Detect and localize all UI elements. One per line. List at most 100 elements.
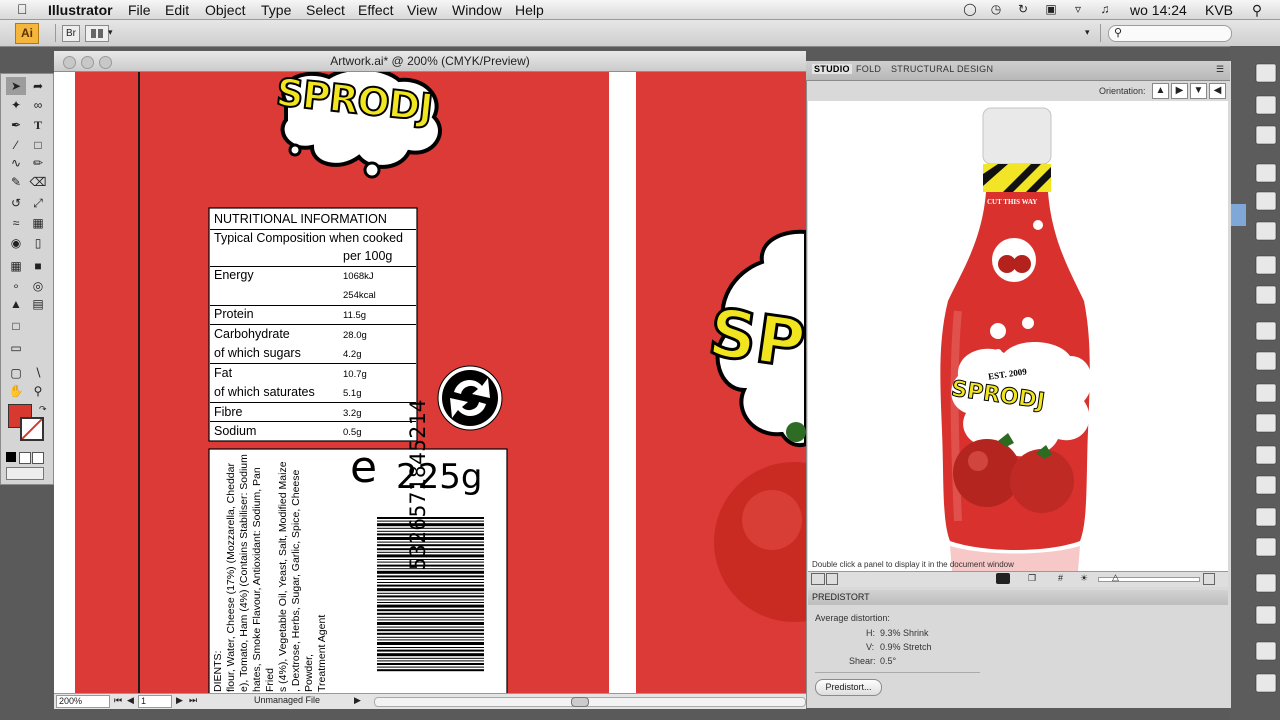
live-paint-bucket-icon[interactable]: ▲ bbox=[6, 295, 26, 313]
divider bbox=[210, 266, 416, 267]
artboard-number-field[interactable]: 1 bbox=[138, 695, 172, 708]
menubar-user[interactable]: KVB bbox=[1205, 2, 1233, 18]
zoom-window-button[interactable] bbox=[99, 56, 112, 69]
menu-file[interactable]: File bbox=[128, 2, 151, 18]
artboard-tool-icon[interactable]: □ bbox=[6, 317, 26, 335]
3d-preview[interactable]: CUT THIS WAY EST. 2009 SPRODJ bbox=[808, 101, 1228, 571]
go-to-bridge-icon[interactable]: Br bbox=[62, 25, 80, 42]
selection-tool-icon[interactable]: ➤ bbox=[6, 77, 26, 95]
zoom-tool-icon[interactable]: ⚲ bbox=[28, 382, 48, 400]
nutrition-label: of which sugars bbox=[214, 346, 301, 360]
eyedropper-tool-icon[interactable]: ∘ bbox=[6, 277, 26, 295]
tab-structural-design[interactable]: STRUCTURAL DESIGN bbox=[891, 64, 993, 74]
slider-thumb-icon[interactable]: △ bbox=[1112, 572, 1119, 583]
tab-studio[interactable]: STUDIO bbox=[812, 64, 852, 74]
warp-tool-icon[interactable]: ≈ bbox=[6, 214, 26, 232]
stroke-swatch[interactable] bbox=[20, 417, 44, 441]
minimize-window-button[interactable] bbox=[81, 56, 94, 69]
status-text[interactable]: Unmanaged File bbox=[254, 695, 320, 705]
panel-menu-icon[interactable]: ☰ bbox=[1216, 64, 1224, 75]
menu-effect[interactable]: Effect bbox=[358, 2, 394, 18]
live-paint-selection-icon[interactable]: ▤ bbox=[28, 295, 48, 313]
hand-tool-icon[interactable]: ✋ bbox=[6, 382, 26, 400]
tab-fold[interactable]: FOLD bbox=[856, 64, 881, 74]
h-label: H: bbox=[866, 628, 875, 638]
wifi-icon[interactable]: ▿ bbox=[1070, 2, 1086, 16]
pen-tool-icon[interactable]: ✒ bbox=[6, 116, 26, 134]
spotlight-search-icon[interactable]: ⚲ bbox=[1249, 2, 1265, 18]
divider bbox=[1100, 24, 1101, 42]
menu-type[interactable]: Type bbox=[261, 2, 291, 18]
time-machine-icon[interactable]: ◷ bbox=[988, 2, 1004, 16]
predistort-button[interactable]: Predistort... bbox=[815, 679, 882, 696]
orientation-top-icon[interactable]: ▼ bbox=[1190, 83, 1207, 99]
perspective-grid-icon[interactable]: ▢ bbox=[6, 364, 26, 382]
ingredients-line: flour, Water, Cheese (17%) (Mozzarella, … bbox=[225, 463, 237, 692]
symbol-sprayer-tool-icon[interactable]: ◉ bbox=[6, 234, 26, 252]
chevron-down-icon[interactable]: ▾ bbox=[108, 27, 113, 38]
menu-object[interactable]: Object bbox=[205, 2, 245, 18]
direct-selection-tool-icon[interactable]: ➦ bbox=[28, 77, 48, 95]
menu-window[interactable]: Window bbox=[452, 2, 502, 18]
menu-edit[interactable]: Edit bbox=[165, 2, 189, 18]
apple-icon[interactable]:  bbox=[17, 1, 28, 17]
paintbrush-tool-icon[interactable]: ∿ bbox=[6, 154, 26, 172]
drawing-mode-icon[interactable] bbox=[6, 467, 44, 480]
search-input[interactable]: ⚲ bbox=[1108, 25, 1232, 42]
lasso-tool-icon[interactable]: ∞ bbox=[28, 96, 48, 114]
menubar-clock[interactable]: wo 14:24 bbox=[1130, 2, 1187, 18]
status-menu-arrow-icon[interactable]: ▶ bbox=[354, 695, 361, 706]
next-artboard-icon[interactable]: ▶ bbox=[176, 695, 183, 706]
pencil-tool-icon[interactable]: ✏ bbox=[28, 154, 48, 172]
knife-tool-icon[interactable]: ∖ bbox=[28, 364, 48, 382]
color-mode-icon[interactable] bbox=[6, 452, 16, 462]
menu-view[interactable]: View bbox=[407, 2, 437, 18]
menu-help[interactable]: Help bbox=[515, 2, 544, 18]
horizontal-scrollbar[interactable] bbox=[374, 697, 806, 707]
gradient-mode-icon[interactable] bbox=[19, 452, 31, 464]
divider bbox=[210, 363, 416, 364]
column-graph-tool-icon[interactable]: ▯ bbox=[28, 234, 48, 252]
close-window-button[interactable] bbox=[63, 56, 76, 69]
orientation-back-icon[interactable]: ◀ bbox=[1209, 83, 1226, 99]
mesh-tool-icon[interactable]: ▦ bbox=[6, 257, 26, 275]
blob-brush-tool-icon[interactable]: ✎ bbox=[6, 173, 26, 191]
lighting-icon[interactable]: ☀ bbox=[1080, 573, 1088, 584]
swap-fill-stroke-icon[interactable]: ↷ bbox=[39, 404, 47, 415]
render-mode-icon[interactable] bbox=[996, 573, 1010, 584]
layers-icon[interactable]: ❐ bbox=[1028, 573, 1036, 584]
menu-select[interactable]: Select bbox=[306, 2, 345, 18]
sync-icon[interactable]: ↻ bbox=[1015, 2, 1031, 16]
slice-tool-icon[interactable]: ▭ bbox=[6, 339, 26, 357]
rectangle-tool-icon[interactable]: □ bbox=[28, 136, 48, 154]
last-artboard-icon[interactable]: ⏭ bbox=[189, 695, 197, 706]
line-tool-icon[interactable]: ∕ bbox=[6, 136, 26, 154]
rotate-tool-icon[interactable]: ↺ bbox=[6, 194, 26, 212]
first-artboard-icon[interactable]: ⏮ bbox=[114, 695, 122, 706]
gradient-tool-icon[interactable]: ■ bbox=[28, 257, 48, 275]
free-transform-tool-icon[interactable]: ▦ bbox=[28, 214, 48, 232]
fit-view-icon[interactable] bbox=[811, 573, 825, 585]
measure-tool-icon[interactable]: ◎ bbox=[28, 277, 48, 295]
artboard-canvas[interactable]: SPRODJ SP NUTRITIONAL INFORMATION Typica… bbox=[54, 72, 806, 693]
volume-icon[interactable]: ♫ bbox=[1097, 2, 1113, 16]
orientation-front-icon[interactable]: ▲ bbox=[1152, 83, 1169, 99]
orientation-side-icon[interactable]: ▶ bbox=[1171, 83, 1188, 99]
bubble-icon[interactable]: ◯ bbox=[962, 2, 978, 16]
scroll-thumb[interactable] bbox=[571, 697, 589, 707]
export-icon[interactable] bbox=[826, 573, 838, 585]
arrange-documents-button[interactable] bbox=[85, 25, 109, 42]
none-mode-icon[interactable] bbox=[32, 452, 44, 464]
expand-icon[interactable] bbox=[1203, 573, 1215, 585]
menu-app-name[interactable]: Illustrator bbox=[48, 2, 113, 18]
scale-tool-icon[interactable]: ⤢ bbox=[28, 194, 48, 212]
zoom-level-field[interactable]: 200% bbox=[56, 695, 110, 708]
grid-icon[interactable]: # bbox=[1058, 573, 1063, 583]
magic-wand-tool-icon[interactable]: ✦ bbox=[6, 96, 26, 114]
workspace-chevron-down-icon[interactable]: ▾ bbox=[1085, 27, 1090, 38]
prev-artboard-icon[interactable]: ◀ bbox=[127, 695, 134, 706]
studio-toolbar: ❐ # ☀ △ bbox=[808, 571, 1228, 587]
eraser-tool-icon[interactable]: ⌫ bbox=[28, 173, 48, 191]
type-tool-icon[interactable]: T bbox=[28, 116, 48, 134]
display-icon[interactable]: ▣ bbox=[1043, 2, 1059, 16]
